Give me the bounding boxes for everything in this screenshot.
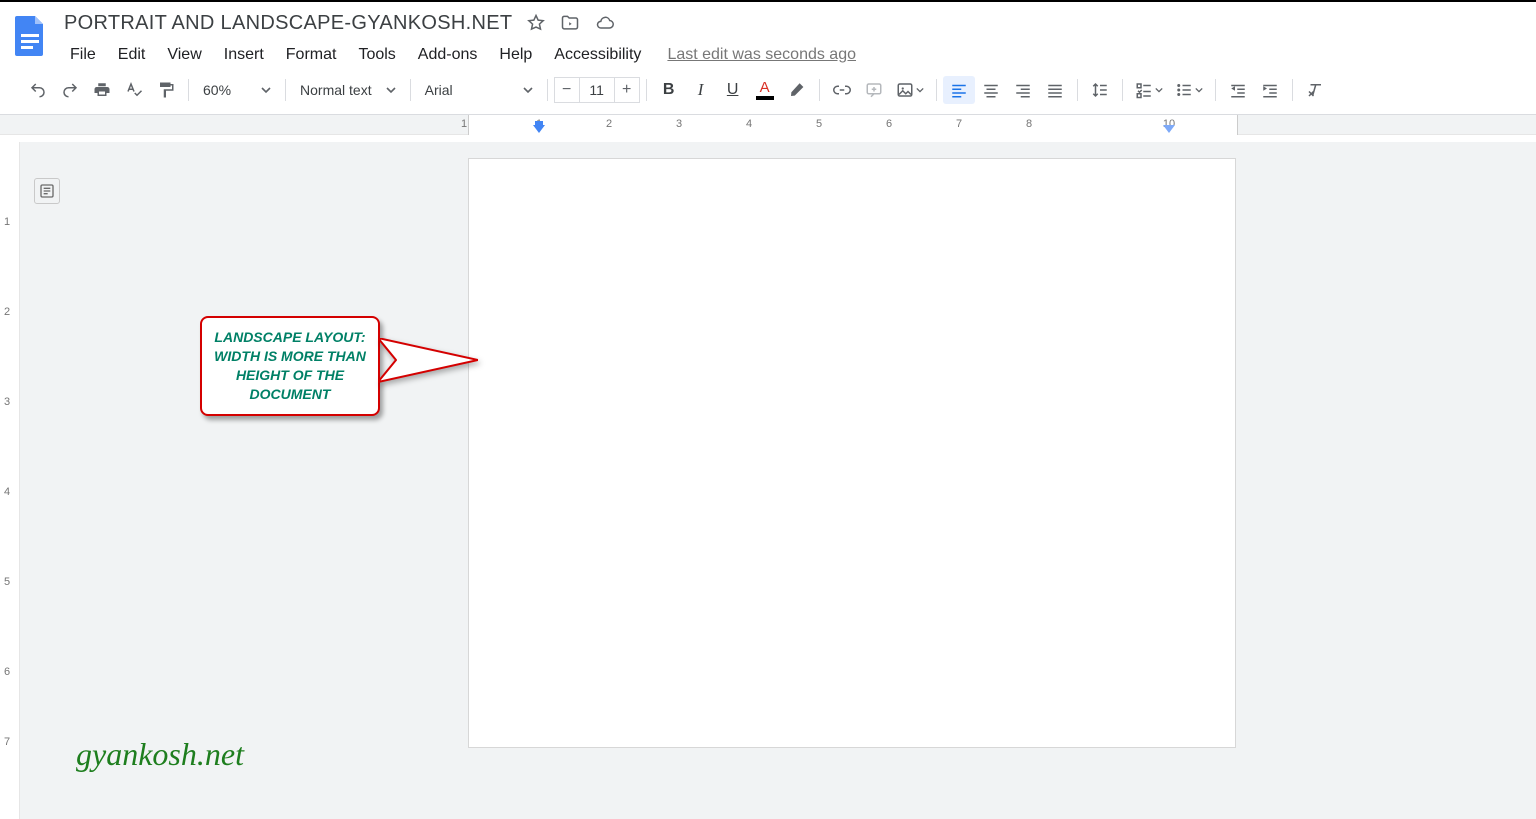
align-justify-button[interactable]	[1039, 76, 1071, 104]
zoom-value: 60%	[203, 82, 231, 98]
annotation-callout: LANDSCAPE LAYOUT: WIDTH IS MORE THAN HEI…	[200, 316, 380, 416]
chevron-down-icon	[261, 85, 271, 95]
ruler-number: 4	[746, 118, 752, 130]
chevron-down-icon	[1195, 86, 1203, 94]
menu-addons[interactable]: Add-ons	[408, 42, 488, 68]
horizontal-ruler[interactable]: 11234567810	[0, 115, 1536, 135]
move-folder-icon[interactable]	[560, 13, 580, 33]
insert-image-button[interactable]	[890, 76, 930, 104]
increase-indent-button[interactable]	[1254, 76, 1286, 104]
redo-button[interactable]	[54, 76, 86, 104]
ruler-number: 5	[816, 118, 822, 130]
paragraph-style-value: Normal text	[300, 82, 372, 98]
vertical-ruler[interactable]: 1 2 3 4 5 6 7	[0, 142, 20, 819]
zoom-select[interactable]: 60%	[195, 76, 279, 104]
increase-font-size-button[interactable]: +	[614, 77, 640, 103]
last-edit-link[interactable]: Last edit was seconds ago	[667, 46, 856, 64]
ruler-number: 7	[956, 118, 962, 130]
menu-edit[interactable]: Edit	[108, 42, 156, 68]
insert-link-button[interactable]	[826, 76, 858, 104]
menu-help[interactable]: Help	[489, 42, 542, 68]
spellcheck-button[interactable]	[118, 76, 150, 104]
menu-insert[interactable]: Insert	[214, 42, 274, 68]
document-outline-button[interactable]	[34, 178, 60, 204]
paragraph-style-select[interactable]: Normal text	[292, 76, 404, 104]
star-icon[interactable]	[526, 13, 546, 33]
align-right-button[interactable]	[1007, 76, 1039, 104]
right-indent-marker[interactable]	[1163, 125, 1175, 133]
paint-format-button[interactable]	[150, 76, 182, 104]
ruler-number: 6	[886, 118, 892, 130]
toolbar: 60% Normal text Arial − + B I U A	[0, 68, 1536, 115]
ruler-number: 3	[4, 396, 10, 408]
menu-file[interactable]: File	[60, 42, 106, 68]
chevron-down-icon	[386, 85, 396, 95]
font-size-input[interactable]	[580, 77, 614, 103]
print-button[interactable]	[86, 76, 118, 104]
undo-button[interactable]	[22, 76, 54, 104]
line-spacing-button[interactable]	[1084, 76, 1116, 104]
title-bar: PORTRAIT AND LANDSCAPE-GYANKOSH.NET File…	[0, 2, 1536, 68]
text-color-button[interactable]: A	[749, 76, 781, 104]
ruler-number: 1	[4, 216, 10, 228]
chevron-down-icon	[1155, 86, 1163, 94]
document-page[interactable]	[468, 158, 1236, 748]
align-left-button[interactable]	[943, 76, 975, 104]
ruler-number: 5	[4, 576, 10, 588]
cloud-status-icon[interactable]	[594, 13, 616, 33]
bulleted-list-button[interactable]	[1169, 76, 1209, 104]
font-family-select[interactable]: Arial	[417, 76, 541, 104]
ruler-number: 3	[676, 118, 682, 130]
left-indent-marker[interactable]	[533, 125, 545, 133]
annotation-arrow	[378, 338, 478, 388]
menu-view[interactable]: View	[157, 42, 211, 68]
ruler-number: 1	[461, 118, 467, 130]
clear-formatting-button[interactable]	[1299, 76, 1331, 104]
watermark-text: gyankosh.net	[76, 736, 244, 773]
menu-tools[interactable]: Tools	[348, 42, 405, 68]
menu-format[interactable]: Format	[276, 42, 347, 68]
chevron-down-icon	[523, 85, 533, 95]
decrease-font-size-button[interactable]: −	[554, 77, 580, 103]
ruler-number: 4	[4, 486, 10, 498]
ruler-number: 7	[4, 736, 10, 748]
decrease-indent-button[interactable]	[1222, 76, 1254, 104]
highlight-color-button[interactable]	[781, 76, 813, 104]
menu-bar: File Edit View Insert Format Tools Add-o…	[60, 40, 1528, 70]
chevron-down-icon	[916, 86, 924, 94]
ruler-number: 8	[1026, 118, 1032, 130]
checklist-button[interactable]	[1129, 76, 1169, 104]
insert-comment-button[interactable]	[858, 76, 890, 104]
align-center-button[interactable]	[975, 76, 1007, 104]
underline-button[interactable]: U	[717, 76, 749, 104]
ruler-number: 6	[4, 666, 10, 678]
menu-accessibility[interactable]: Accessibility	[544, 42, 651, 68]
font-family-value: Arial	[425, 82, 453, 98]
italic-button[interactable]: I	[685, 76, 717, 104]
document-title[interactable]: PORTRAIT AND LANDSCAPE-GYANKOSH.NET	[60, 12, 512, 35]
docs-app-icon[interactable]	[8, 8, 52, 64]
ruler-number: 2	[4, 306, 10, 318]
ruler-number: 2	[606, 118, 612, 130]
font-size-stepper: − +	[554, 77, 640, 103]
bold-button[interactable]: B	[653, 76, 685, 104]
document-canvas: 1 2 3 4 5 6 7 LANDSCAPE LAYOUT: WIDTH IS MORE …	[0, 142, 1536, 819]
